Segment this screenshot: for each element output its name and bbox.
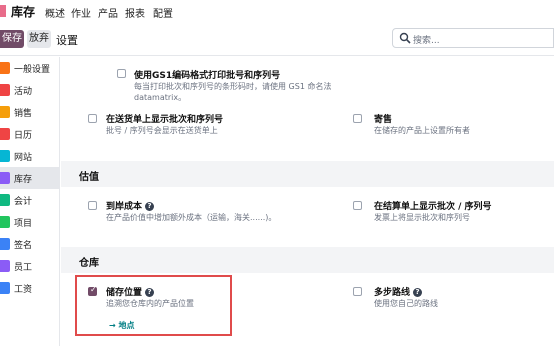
consignment-desc: 在储存的产品上设置所有者 xyxy=(374,126,470,135)
landed-cost-title: 到岸成本? xyxy=(106,199,155,212)
consignment-checkbox[interactable] xyxy=(353,114,362,123)
lots-on-invoice-desc: 发票上将显示批次和序列号 xyxy=(374,213,470,222)
sidebar-item-label: 库存 xyxy=(14,175,33,185)
sidebar-item-label: 项目 xyxy=(14,219,33,229)
multi-step-routes-checkbox[interactable] xyxy=(353,287,362,296)
general-settings-icon xyxy=(0,62,10,74)
sidebar-item-sign[interactable]: 签名 xyxy=(0,233,60,255)
search-icon xyxy=(399,32,411,44)
gs1-desc: 每当打印批次和序列号的条形码时，请使用 GS1 命名法 xyxy=(134,82,332,91)
gs1-desc-2: datamatrix。 xyxy=(134,93,187,102)
settings-sidebar: 一般设置 活动 销售 日历 网站 库存 会计 项目 签名 员工 工资 xyxy=(0,57,60,346)
sidebar-item-label: 签名 xyxy=(14,241,33,251)
payroll-icon xyxy=(0,282,10,294)
sales-icon xyxy=(0,106,10,118)
sign-icon xyxy=(0,238,10,250)
accounting-icon xyxy=(0,194,10,206)
menu-products[interactable]: 产品 xyxy=(98,5,118,20)
sidebar-item-sales[interactable]: 销售 xyxy=(0,101,60,123)
website-icon xyxy=(0,150,10,162)
sidebar-item-label: 员工 xyxy=(14,263,33,273)
sidebar-item-project[interactable]: 项目 xyxy=(0,211,60,233)
warehouse-section-heading: 仓库 xyxy=(61,247,554,273)
inventory-app-icon[interactable] xyxy=(0,5,6,17)
menu-configuration[interactable]: 配置 xyxy=(153,5,173,20)
lots-on-delivery-title: 在送货单上显示批次和序列号 xyxy=(106,115,224,125)
sidebar-item-calendar[interactable]: 日历 xyxy=(0,123,60,145)
valuation-section-heading: 估值 xyxy=(61,161,554,187)
multi-step-routes-desc: 使用您自己的路线 xyxy=(374,299,438,308)
sidebar-item-label: 销售 xyxy=(14,109,33,119)
breadcrumb: 设置 xyxy=(56,34,78,47)
sidebar-item-accounting[interactable]: 会计 xyxy=(0,189,60,211)
control-panel: 保存 放弃 设置 搜索... xyxy=(0,22,554,56)
sidebar-item-label: 工资 xyxy=(14,285,33,295)
highlight-box xyxy=(75,275,232,336)
sidebar-item-label: 活动 xyxy=(14,87,33,97)
lots-on-delivery-checkbox[interactable] xyxy=(88,114,97,123)
multi-step-routes-title: 多步路线? xyxy=(374,285,423,298)
sidebar-item-inventory[interactable]: 库存 xyxy=(0,167,60,189)
menu-reporting[interactable]: 报表 xyxy=(125,5,145,20)
calendar-icon xyxy=(0,128,10,140)
sidebar-item-payroll[interactable]: 工资 xyxy=(0,277,60,299)
save-button[interactable]: 保存 xyxy=(0,30,24,48)
lots-on-delivery-desc: 批号 / 序列号会显示在送货单上 xyxy=(106,126,218,135)
search-placeholder: 搜索... xyxy=(413,36,440,46)
sidebar-item-label: 一般设置 xyxy=(14,65,51,75)
lots-on-invoice-title: 在结算单上显示批次 / 序列号 xyxy=(374,202,492,212)
search-input[interactable]: 搜索... xyxy=(392,28,554,48)
top-navbar: 库存 概述 作业 产品 报表 配置 xyxy=(0,0,554,22)
help-icon[interactable]: ? xyxy=(145,202,155,211)
sidebar-item-label: 网站 xyxy=(14,153,33,163)
sidebar-item-general-settings[interactable]: 一般设置 xyxy=(0,57,60,79)
project-icon xyxy=(0,216,10,228)
help-icon[interactable]: ? xyxy=(413,288,423,297)
consignment-title: 寄售 xyxy=(374,115,393,125)
discard-button[interactable]: 放弃 xyxy=(27,30,51,48)
landed-cost-checkbox[interactable] xyxy=(88,201,97,210)
inventory-icon xyxy=(0,172,10,184)
lots-on-invoice-checkbox[interactable] xyxy=(353,201,362,210)
app-name[interactable]: 库存 xyxy=(11,3,35,20)
employees-icon xyxy=(0,260,10,272)
sidebar-item-activity[interactable]: 活动 xyxy=(0,79,60,101)
sidebar-item-label: 会计 xyxy=(14,197,33,207)
sidebar-item-employees[interactable]: 员工 xyxy=(0,255,60,277)
menu-operations[interactable]: 作业 xyxy=(71,5,91,20)
menu-overview[interactable]: 概述 xyxy=(45,5,65,20)
sidebar-item-label: 日历 xyxy=(14,131,33,141)
gs1-title: 使用GS1编码格式打印批号和序列号 xyxy=(134,71,281,81)
activity-icon xyxy=(0,84,10,96)
gs1-checkbox[interactable] xyxy=(117,69,126,78)
sidebar-item-website[interactable]: 网站 xyxy=(0,145,60,167)
landed-cost-desc: 在产品价值中增加额外成本（运输，海关......)。 xyxy=(106,213,277,222)
